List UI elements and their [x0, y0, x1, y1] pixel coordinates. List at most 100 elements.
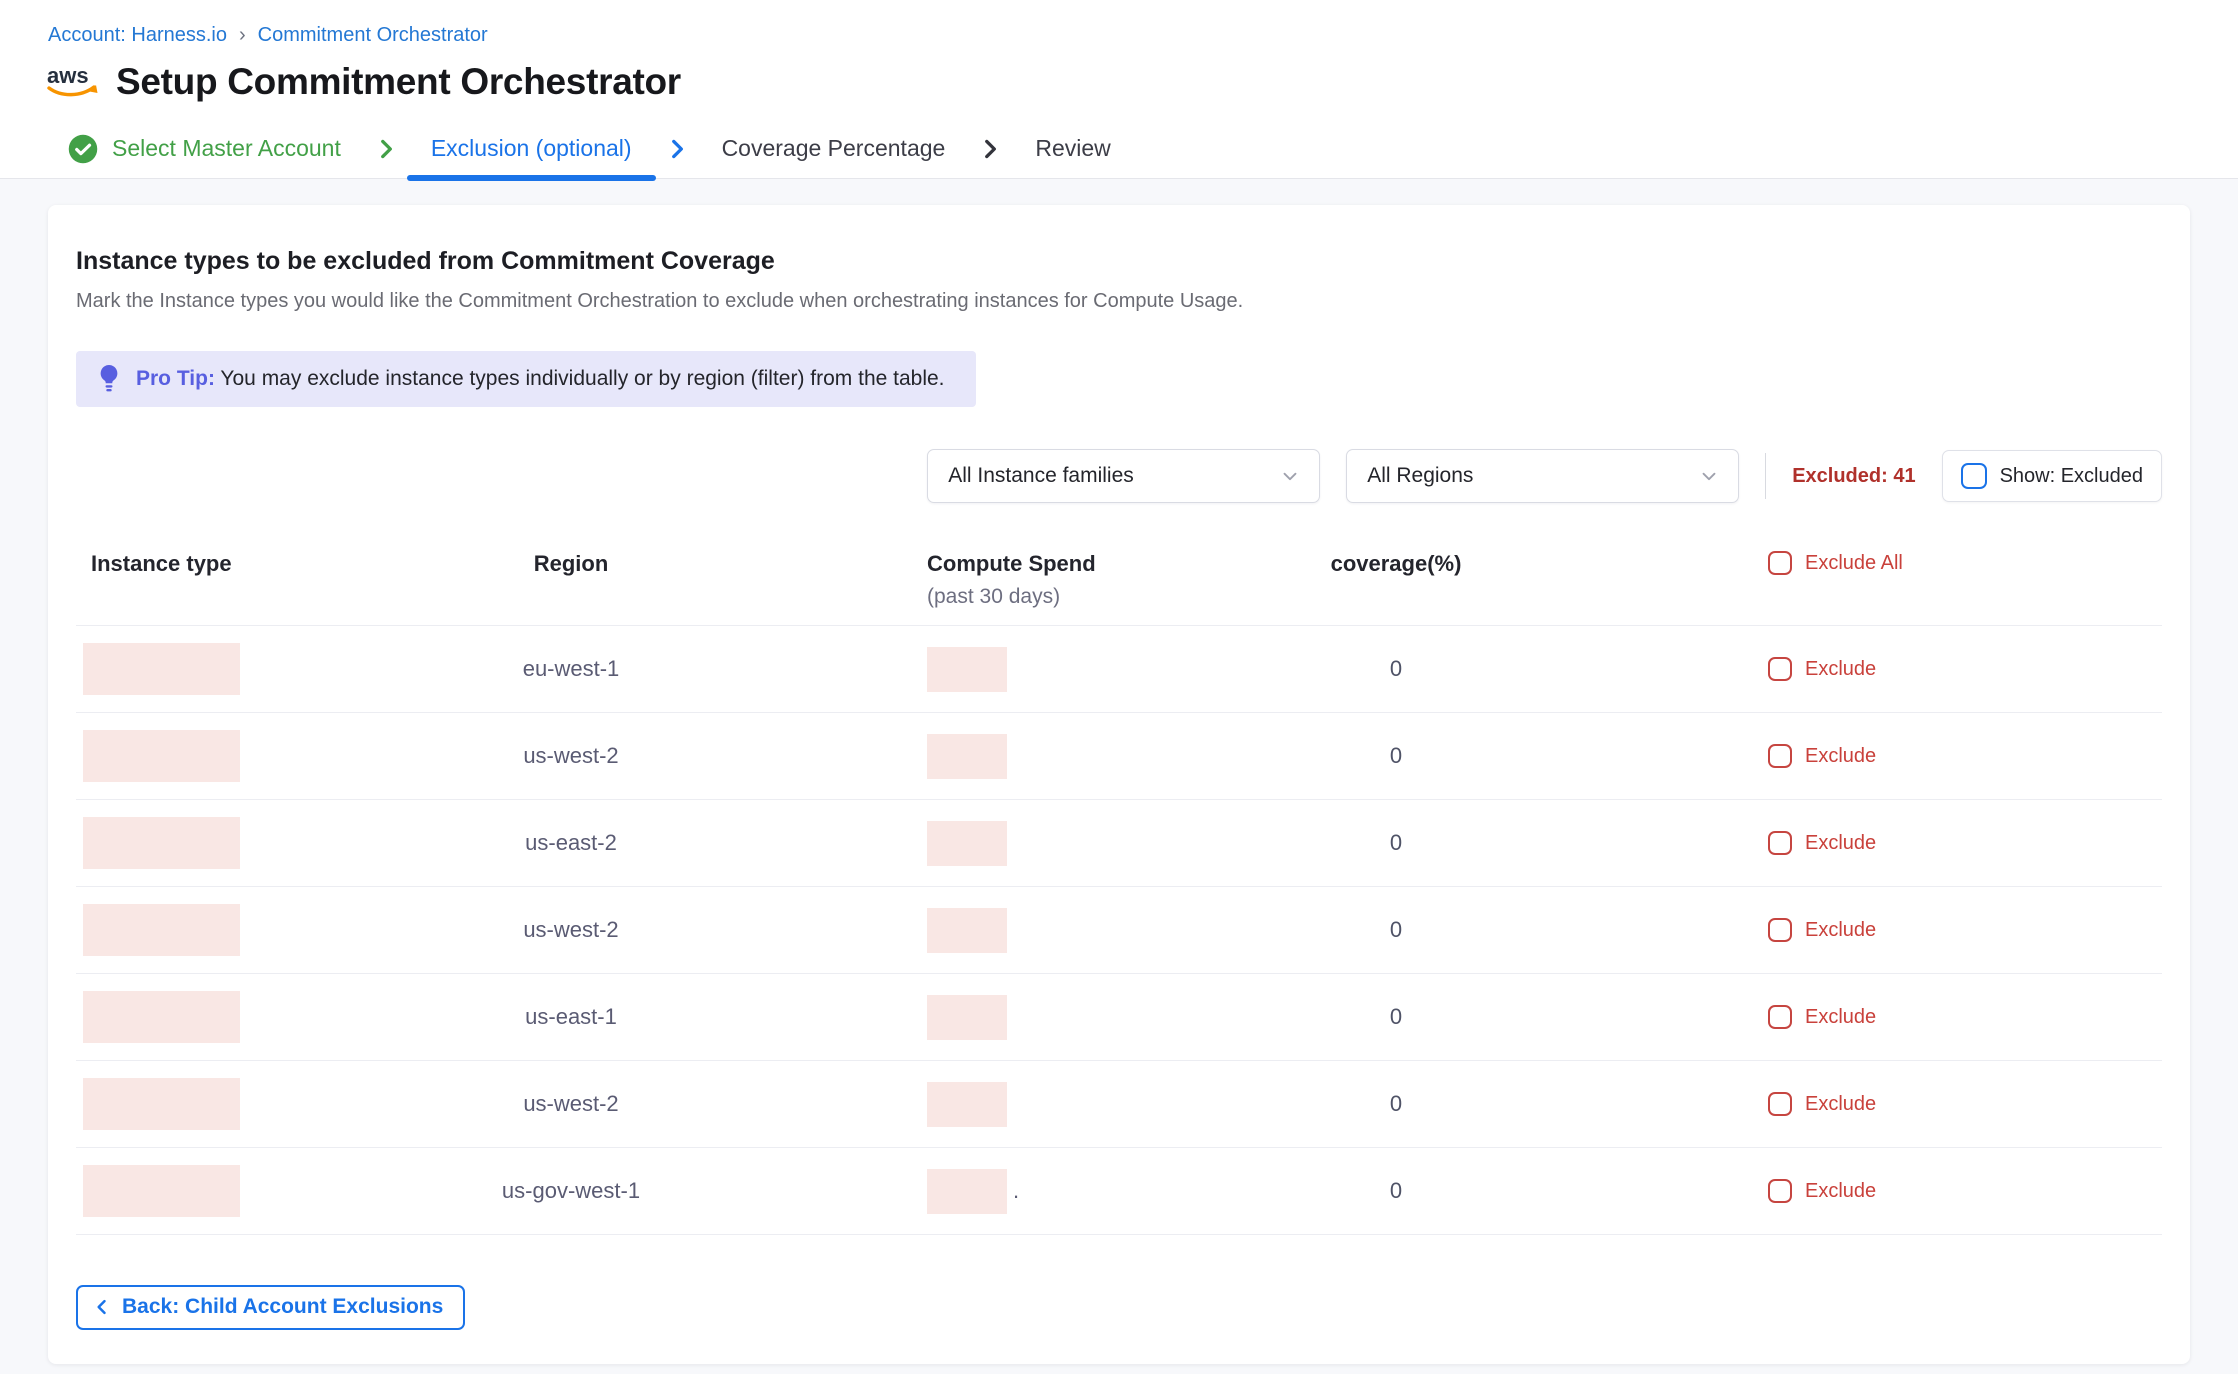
aws-logo-icon: aws: [44, 62, 100, 102]
step-exclusion-optional[interactable]: Exclusion (optional): [405, 119, 658, 178]
page-title: Setup Commitment Orchestrator: [116, 61, 681, 103]
region-dropdown-value: All Regions: [1367, 464, 1473, 488]
exclude-all-checkbox[interactable]: [1768, 551, 1792, 575]
cell-coverage: 0: [1176, 743, 1616, 769]
exclude-all-label: Exclude All: [1805, 552, 1903, 575]
row-exclude-label: Exclude: [1805, 832, 1876, 855]
row-exclude-label: Exclude: [1805, 658, 1876, 681]
cell-coverage: 0: [1176, 1178, 1616, 1204]
chevron-right-icon: [664, 136, 690, 162]
column-header-coverage: coverage(%): [1176, 551, 1616, 577]
redacted-instance-type: [83, 730, 240, 782]
cell-compute-spend: .: [736, 1169, 1176, 1214]
cell-coverage: 0: [1176, 830, 1616, 856]
step-label: Review: [1035, 135, 1110, 162]
redacted-compute-spend: [927, 647, 1007, 692]
row-exclude-control[interactable]: Exclude: [1616, 918, 2162, 942]
row-exclude-control[interactable]: Exclude: [1616, 744, 2162, 768]
table-row: us-gov-west-1 . 0 Exclude: [76, 1147, 2162, 1234]
filters-divider: [1765, 453, 1766, 499]
exclude-all-control[interactable]: Exclude All: [1616, 551, 2162, 575]
cell-coverage: 0: [1176, 656, 1616, 682]
back-button[interactable]: Back: Child Account Exclusions: [76, 1285, 465, 1330]
row-exclude-checkbox[interactable]: [1768, 831, 1792, 855]
row-exclude-control[interactable]: Exclude: [1616, 657, 2162, 681]
lightbulb-icon: [96, 364, 122, 394]
row-exclude-label: Exclude: [1805, 1006, 1876, 1029]
cell-instance-type: [76, 643, 406, 695]
column-header-instance-type: Instance type: [76, 551, 406, 577]
row-exclude-label: Exclude: [1805, 919, 1876, 942]
pro-tip-text: You may exclude instance types individua…: [220, 367, 944, 390]
instance-family-dropdown-value: All Instance families: [948, 464, 1134, 488]
cell-instance-type: [76, 817, 406, 869]
row-exclude-control[interactable]: Exclude: [1616, 1005, 2162, 1029]
column-header-compute-spend: Compute Spend (past 30 days): [736, 551, 1176, 609]
step-label: Exclusion (optional): [431, 135, 632, 162]
cell-coverage: 0: [1176, 1091, 1616, 1117]
wizard-stepper: Select Master Account Exclusion (optiona…: [0, 119, 2238, 179]
cell-region: us-west-2: [406, 743, 736, 769]
cell-region: us-gov-west-1: [406, 1178, 736, 1204]
column-header-compute-spend-subtitle: (past 30 days): [927, 585, 1176, 609]
exclusion-panel: Instance types to be excluded from Commi…: [48, 205, 2190, 1364]
exclusions-table: Instance type Region Compute Spend (past…: [76, 551, 2162, 1235]
row-exclude-checkbox[interactable]: [1768, 1092, 1792, 1116]
step-select-master-account[interactable]: Select Master Account: [68, 119, 367, 178]
show-excluded-label: Show: Excluded: [2000, 465, 2143, 488]
table-row: us-west-2 . 0 Exclude: [76, 1060, 2162, 1147]
row-exclude-checkbox[interactable]: [1768, 657, 1792, 681]
cell-instance-type: [76, 1165, 406, 1217]
redacted-compute-spend: [927, 908, 1007, 953]
cell-instance-type: [76, 730, 406, 782]
table-row: us-west-2 . 0 Exclude: [76, 712, 2162, 799]
step-review[interactable]: Review: [1009, 119, 1136, 178]
redacted-instance-type: [83, 1078, 240, 1130]
breadcrumb-account-link[interactable]: Account: Harness.io: [48, 24, 227, 47]
row-exclude-control[interactable]: Exclude: [1616, 1092, 2162, 1116]
row-exclude-checkbox[interactable]: [1768, 1005, 1792, 1029]
row-exclude-checkbox[interactable]: [1768, 744, 1792, 768]
cell-region: us-west-2: [406, 917, 736, 943]
row-exclude-label: Exclude: [1805, 1180, 1876, 1203]
redacted-instance-type: [83, 904, 240, 956]
redacted-compute-spend: [927, 734, 1007, 779]
step-coverage-percentage[interactable]: Coverage Percentage: [696, 119, 972, 178]
step-label: Select Master Account: [112, 135, 341, 162]
cell-compute-spend: .: [736, 1082, 1176, 1127]
row-exclude-checkbox[interactable]: [1768, 918, 1792, 942]
instance-family-dropdown[interactable]: All Instance families: [927, 449, 1320, 503]
cell-compute-spend: .: [736, 821, 1176, 866]
cell-coverage: 0: [1176, 917, 1616, 943]
row-exclude-control[interactable]: Exclude: [1616, 1179, 2162, 1203]
breadcrumb-separator-icon: ›: [239, 24, 246, 47]
redacted-compute-spend: [927, 821, 1007, 866]
region-dropdown[interactable]: All Regions: [1346, 449, 1739, 503]
row-exclude-checkbox[interactable]: [1768, 1179, 1792, 1203]
panel-heading: Instance types to be excluded from Commi…: [76, 247, 2162, 276]
page-content: Instance types to be excluded from Commi…: [0, 179, 2238, 1374]
chevron-down-icon: [1698, 465, 1720, 487]
redacted-instance-type: [83, 1165, 240, 1217]
redacted-instance-type: [83, 817, 240, 869]
table-row: us-east-1 . 0 Exclude: [76, 973, 2162, 1060]
table-row: us-east-2 . 0 Exclude: [76, 799, 2162, 886]
excluded-count-badge: Excluded: 41: [1792, 465, 1915, 488]
cell-instance-type: [76, 1078, 406, 1130]
chevron-down-icon: [1279, 465, 1301, 487]
cell-compute-spend: .: [736, 734, 1176, 779]
redacted-instance-type: [83, 991, 240, 1043]
show-excluded-checkbox[interactable]: [1961, 463, 1987, 489]
cell-coverage: 0: [1176, 1004, 1616, 1030]
svg-text:aws: aws: [47, 63, 89, 88]
row-exclude-control[interactable]: Exclude: [1616, 831, 2162, 855]
row-exclude-label: Exclude: [1805, 1093, 1876, 1116]
chevron-right-icon: [373, 136, 399, 162]
top-header: Account: Harness.io › Commitment Orchest…: [0, 0, 2238, 179]
table-row: us-west-2 . 0 Exclude: [76, 886, 2162, 973]
back-button-label: Back: Child Account Exclusions: [122, 1295, 443, 1319]
cell-instance-type: [76, 991, 406, 1043]
show-excluded-toggle[interactable]: Show: Excluded: [1942, 450, 2162, 502]
breadcrumb-page-link[interactable]: Commitment Orchestrator: [258, 24, 488, 47]
redaction-artifact-dot: .: [1013, 1178, 1019, 1204]
